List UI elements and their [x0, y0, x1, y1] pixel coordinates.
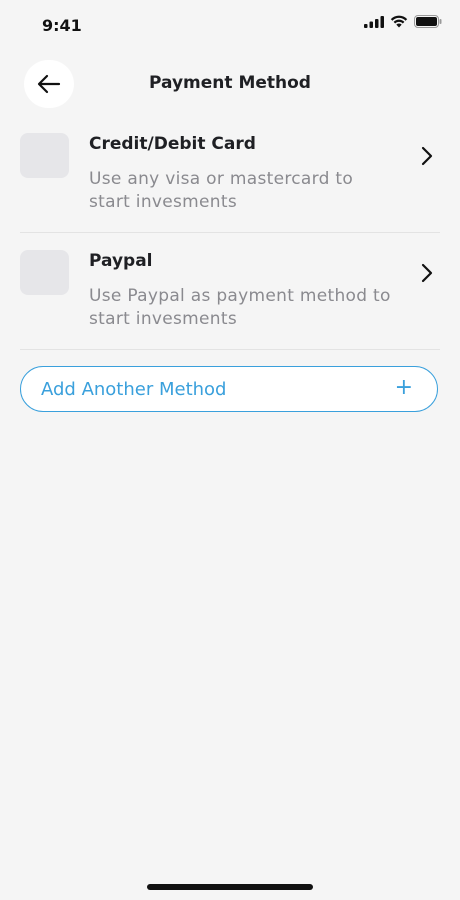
payment-method-paypal[interactable]: Paypal Use Paypal as payment method to s… — [20, 233, 440, 350]
method-title: Credit/Debit Card — [89, 134, 256, 154]
signal-icon — [364, 15, 384, 28]
status-time: 9:41 — [42, 16, 82, 35]
wifi-icon — [390, 15, 408, 28]
header: Payment Method — [0, 60, 460, 110]
page-title: Payment Method — [149, 73, 311, 93]
status-bar: 9:41 — [0, 0, 460, 52]
method-description: Use Paypal as payment method to start in… — [89, 286, 391, 329]
paypal-icon-placeholder — [20, 250, 69, 295]
battery-icon — [414, 15, 442, 28]
payment-method-list: Credit/Debit Card Use any visa or master… — [20, 116, 440, 350]
chevron-right-icon — [421, 263, 433, 283]
home-indicator — [147, 884, 313, 890]
method-title: Paypal — [89, 251, 153, 271]
payment-method-credit-card[interactable]: Credit/Debit Card Use any visa or master… — [20, 116, 440, 233]
chevron-right-icon — [421, 146, 433, 166]
plus-icon: + — [394, 375, 413, 400]
status-icons — [364, 15, 442, 28]
add-method-label: Add Another Method — [41, 379, 227, 400]
card-icon-placeholder — [20, 133, 69, 178]
add-another-method-button[interactable]: Add Another Method + — [20, 366, 438, 412]
method-description: Use any visa or mastercard to start inve… — [89, 169, 354, 212]
